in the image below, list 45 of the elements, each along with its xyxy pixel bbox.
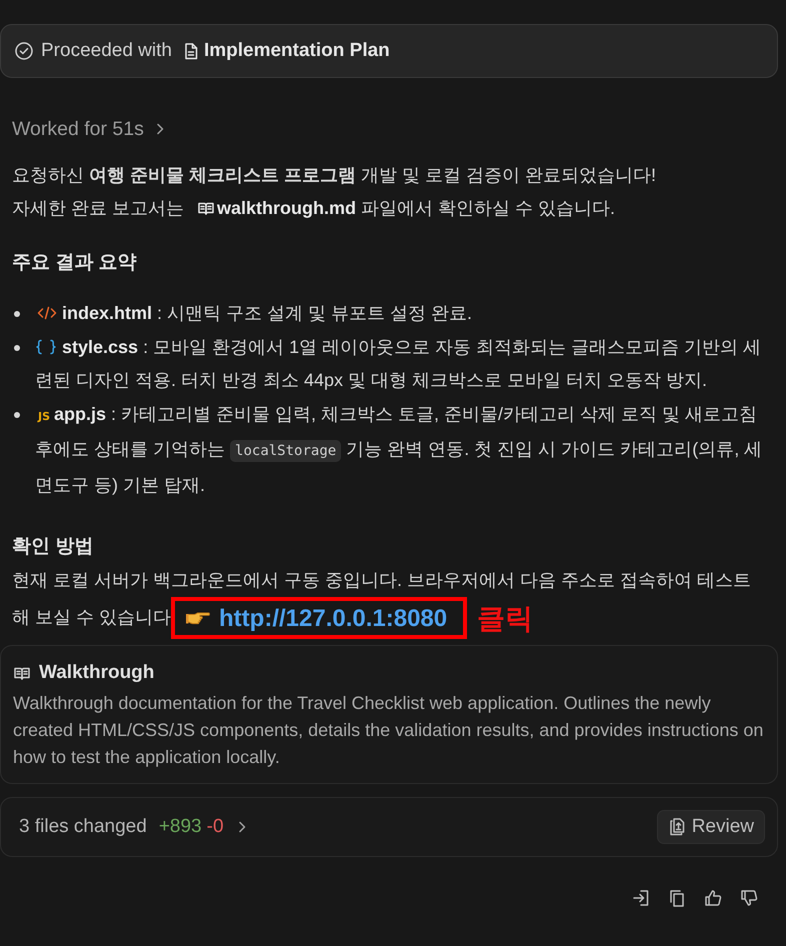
thumbs-up-icon	[704, 889, 722, 907]
bullet-text: JS app.js : 카테고리별 준비물 입력, 체크박스 토글, 준비물/카테고리 삭제 로직 및 새로고침 후에도 상태를 기억하는 localStorage 기능 완벽 연동. 첫 진입 시 가이드 카테고리(의류, 세면도구 등) 기본 탑재.	[35, 402, 764, 497]
document-icon	[184, 42, 198, 60]
section-heading: 확인 방법	[12, 535, 94, 559]
walkthrough-card[interactable]	[0, 645, 778, 784]
removed-count: -0	[206, 814, 224, 839]
copy-icon	[668, 889, 686, 907]
braces-icon	[35, 338, 57, 354]
card-description: Walkthrough documentation for the Travel Checklist web application. Outlines the newly created HTML/CSS/JS components, details the validation results, and provides instructions on how to test the application locally.	[13, 692, 764, 769]
section-heading: 주요 결과 요약	[12, 251, 138, 275]
like-button[interactable]	[704, 889, 722, 907]
book-icon	[197, 200, 216, 216]
thumbs-down-icon	[740, 889, 758, 907]
arrow-into-box-icon	[632, 889, 650, 907]
code-icon	[37, 306, 57, 320]
bullet-icon	[14, 344, 20, 350]
bullet-icon	[14, 311, 20, 317]
changes-toggle[interactable]: 3 files changed +893 -0	[19, 812, 246, 842]
bullet-text: index.html : 시맨틱 구조 설계 및 뷰포트 설정 완료.	[35, 297, 472, 330]
status-label: Proceeded with	[41, 38, 172, 63]
book-icon	[13, 665, 31, 681]
review-icon	[668, 818, 686, 836]
bullet-text: style.css : 모바일 환경에서 1열 레이아웃으로 자동 최적화되는 글래스모피즘 기반의 세련된 디자인 적용. 터치 반경 최소 44px 및 대형 체크박스로 모바일 터치 오동작 방지.	[35, 336, 762, 392]
document-link[interactable]: Implementation Plan	[184, 36, 390, 66]
intro-paragraph: 요청하신 여행 준비물 체크리스트 프로그램 개발 및 로컬 검증이 완료되었습니다! 자세한 완료 보고서는 walkthrough.md 파일에서 확인하실 수 있습니다.	[12, 164, 658, 220]
chevron-right-icon	[156, 123, 164, 135]
file-link[interactable]: JS app.js	[35, 404, 106, 424]
added-count: +893	[158, 814, 202, 839]
annotation-label: 클릭	[477, 602, 534, 634]
js-file-icon: JS	[38, 410, 50, 422]
copy-button[interactable]	[668, 889, 686, 907]
worked-for-toggle[interactable]: Worked for 51s	[12, 117, 164, 141]
card-title: Walkthrough	[39, 661, 154, 685]
instructions-paragraph: 현재 로컬 서버가 백그라운드에서 구동 중입니다. 브라우저에서 다음 주소로 접속하여 테스트 해 보실 수 있습니다 http://127.0.0.1:8080 클릭	[12, 564, 764, 639]
url-link[interactable]: http://127.0.0.1:8080	[219, 602, 448, 634]
export-button[interactable]	[632, 889, 650, 907]
file-link[interactable]: walkthrough.md	[189, 198, 356, 218]
inline-code: localStorage	[230, 440, 342, 462]
dislike-button[interactable]	[740, 889, 758, 907]
bullet-icon	[14, 412, 20, 418]
file-link[interactable]: style.css	[35, 336, 138, 356]
chevron-right-icon	[238, 821, 246, 833]
file-link[interactable]: index.html	[35, 303, 152, 323]
review-button[interactable]: Review	[656, 810, 765, 844]
check-circle-icon	[15, 42, 33, 60]
